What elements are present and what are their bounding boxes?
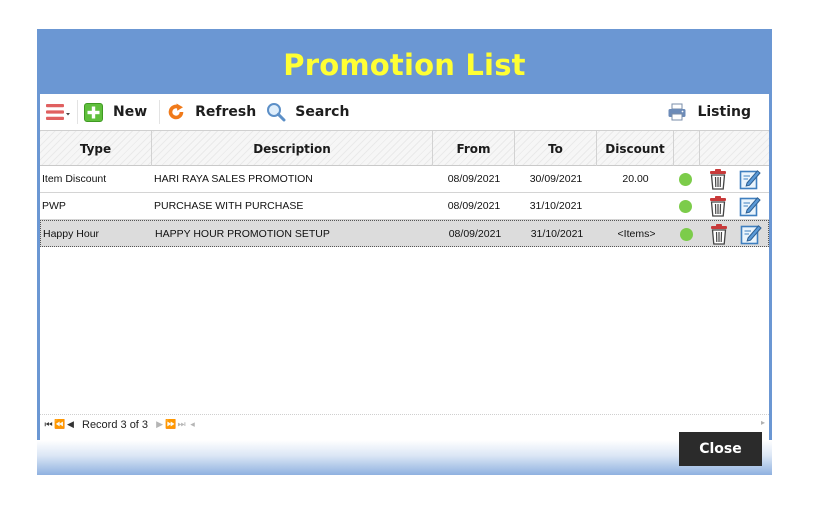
cell-description: HARI RAYA SALES PROMOTION	[154, 173, 313, 185]
record-counter: Record 3 of 3	[82, 418, 149, 431]
table-row[interactable]: Item Discount HARI RAYA SALES PROMOTION …	[40, 166, 769, 193]
edit-icon[interactable]	[740, 223, 762, 245]
menu-button[interactable]	[45, 98, 71, 126]
column-header-discount[interactable]: Discount	[597, 131, 674, 166]
grid-header: Type Description From To Discount	[40, 131, 769, 166]
cell-type: PWP	[42, 200, 66, 212]
edit-icon[interactable]	[739, 168, 761, 190]
cell-to: 31/10/2021	[529, 200, 583, 212]
cell-to: 31/10/2021	[530, 228, 584, 240]
table-row[interactable]: PWP PURCHASE WITH PURCHASE 08/09/2021 31…	[40, 193, 769, 220]
column-header-actions[interactable]	[700, 131, 769, 166]
scroll-right-arrow[interactable]: ▸	[761, 418, 765, 427]
toolbar-separator	[159, 100, 161, 124]
plus-icon	[84, 102, 103, 122]
previous-record-button[interactable]: ◀	[65, 420, 76, 430]
cell-from: 08/09/2021	[447, 200, 501, 212]
refresh-label: Refresh	[195, 104, 257, 120]
window-title: Promotion List	[283, 47, 526, 82]
listing-button[interactable]: Listing	[667, 98, 751, 126]
cell-description: PURCHASE WITH PURCHASE	[154, 200, 304, 212]
close-button[interactable]: Close	[679, 432, 762, 466]
last-record-button[interactable]: ⏭	[176, 420, 187, 430]
cell-from: 08/09/2021	[448, 228, 502, 240]
cell-discount	[597, 193, 674, 219]
previous-page-button[interactable]: ⏪	[54, 420, 65, 430]
new-label: New	[113, 104, 148, 120]
column-header-type[interactable]: Type	[40, 131, 152, 166]
cell-description: HAPPY HOUR PROMOTION SETUP	[155, 228, 330, 240]
delete-icon[interactable]	[709, 223, 729, 245]
cell-type: Item Discount	[42, 173, 107, 185]
refresh-icon	[166, 102, 186, 122]
toolbar-separator	[77, 100, 78, 124]
cell-discount: <Items>	[617, 228, 656, 240]
next-page-button[interactable]: ⏩	[165, 420, 176, 430]
status-dot-icon	[680, 228, 693, 241]
status-dot-icon	[679, 200, 692, 213]
column-header-description[interactable]: Description	[152, 131, 433, 166]
cell-discount: 20.00	[622, 173, 649, 185]
bottom-band	[37, 440, 772, 475]
search-label: Search	[295, 104, 350, 120]
cell-to: 30/09/2021	[529, 173, 583, 185]
column-header-to[interactable]: To	[515, 131, 597, 166]
delete-icon[interactable]	[708, 195, 728, 217]
delete-icon[interactable]	[708, 168, 728, 190]
first-record-button[interactable]: ⏮	[43, 420, 54, 430]
edit-icon[interactable]	[739, 195, 761, 217]
toolbar: New Refresh Search Listing	[40, 94, 769, 130]
promotion-grid: Type Description From To Discount Item D…	[40, 130, 769, 440]
list-menu-icon	[45, 102, 71, 122]
cell-type: Happy Hour	[43, 228, 100, 240]
search-button[interactable]: Search	[266, 98, 349, 126]
listing-label: Listing	[697, 104, 751, 120]
content-panel: New Refresh Search Listing Type Descript…	[40, 94, 769, 440]
cell-from: 08/09/2021	[447, 173, 501, 185]
scroll-left-arrow[interactable]: ◂	[187, 420, 198, 430]
title-bar: Promotion List	[37, 29, 772, 94]
new-button[interactable]: New	[84, 98, 147, 126]
magnifier-icon	[266, 102, 286, 122]
column-header-status[interactable]	[674, 131, 700, 166]
promotion-list-window: Promotion List New Refresh Search Listin…	[37, 29, 772, 475]
status-dot-icon	[679, 173, 692, 186]
refresh-button[interactable]: Refresh	[166, 98, 256, 126]
record-navigator: ⏮ ⏪ ◀ Record 3 of 3 ▶ ⏩ ⏭ ◂ ▸	[40, 414, 769, 434]
next-record-button[interactable]: ▶	[154, 420, 165, 430]
column-header-from[interactable]: From	[433, 131, 515, 166]
table-row[interactable]: Happy Hour HAPPY HOUR PROMOTION SETUP 08…	[40, 220, 769, 247]
printer-icon	[667, 102, 687, 122]
